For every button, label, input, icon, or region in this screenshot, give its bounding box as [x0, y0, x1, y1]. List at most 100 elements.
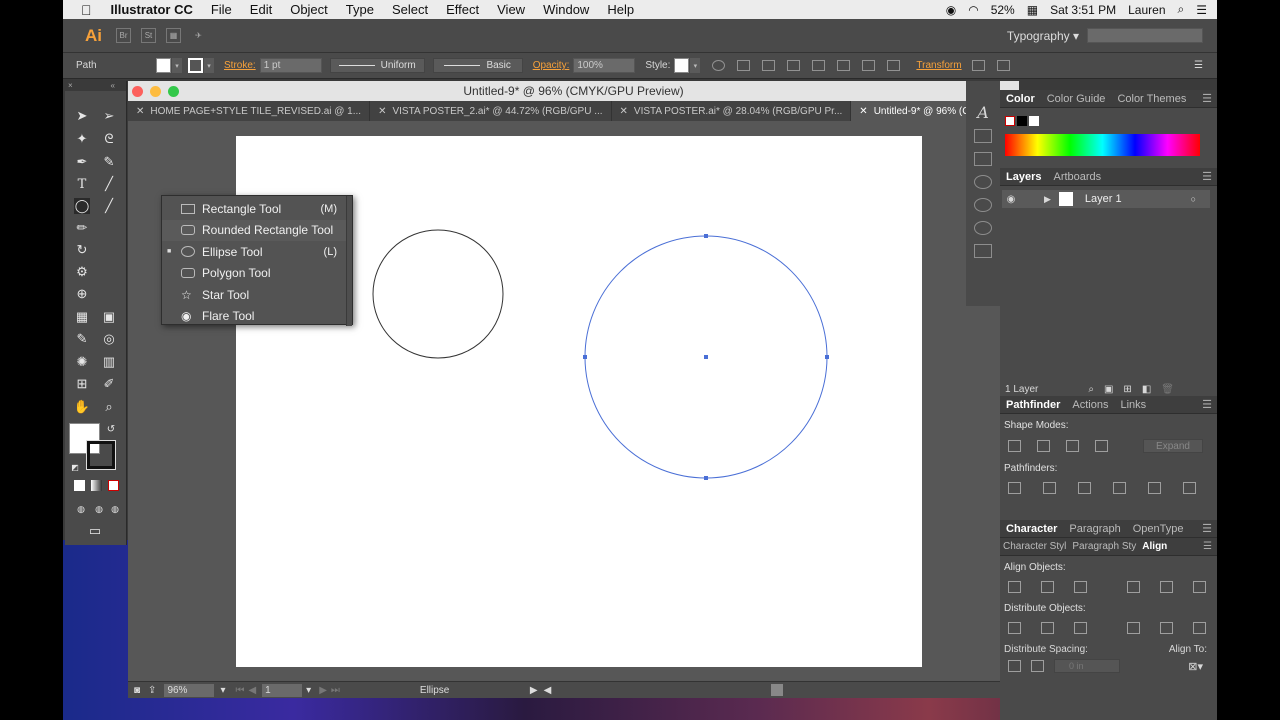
swap-fill-stroke-icon[interactable]: ↺: [103, 421, 119, 437]
tearoff-handle[interactable]: [346, 196, 352, 326]
black-swatch[interactable]: [1017, 116, 1027, 126]
vertical-distribute-top-icon[interactable]: [1008, 622, 1021, 634]
panel-menu-icon[interactable]: ☰: [1202, 522, 1212, 535]
tab-character[interactable]: Character: [1000, 523, 1063, 535]
tab-color[interactable]: Color: [1000, 93, 1041, 105]
align-to-selection-icon[interactable]: [737, 60, 751, 71]
horizontal-distribute-center-icon[interactable]: [1160, 622, 1173, 634]
notification-icon[interactable]: ☰: [1196, 3, 1207, 17]
share-icon[interactable]: ⇪: [148, 685, 156, 696]
vertical-distribute-center-icon[interactable]: [1041, 622, 1054, 634]
draw-normal-icon[interactable]: ◍: [73, 501, 89, 517]
style-dropdown-icon[interactable]: ▾: [690, 58, 701, 73]
glyphs-icon[interactable]: 𝐴: [966, 103, 1000, 122]
chevron-down-icon[interactable]: ▾: [306, 685, 311, 696]
selection-tool-icon[interactable]: ➤: [74, 108, 90, 124]
perspective-grid-tool-icon[interactable]: ▦: [74, 309, 90, 325]
close-window-button[interactable]: [132, 86, 143, 97]
small-circle-shape[interactable]: [372, 229, 504, 359]
menu-type[interactable]: Type: [337, 2, 383, 17]
anchor-point-left[interactable]: [583, 355, 587, 359]
horizontal-distribute-space-icon[interactable]: [1031, 660, 1044, 672]
tab-pathfinder[interactable]: Pathfinder: [1000, 399, 1066, 411]
opacity-link[interactable]: Opacity:: [533, 60, 570, 71]
close-icon[interactable]: ✕: [378, 106, 386, 117]
menu-effect[interactable]: Effect: [437, 2, 488, 17]
anchor-point-top[interactable]: [704, 234, 708, 238]
stroke-link[interactable]: Stroke:: [224, 60, 256, 71]
intersect-icon[interactable]: [1066, 440, 1079, 452]
zoom-window-button[interactable]: [168, 86, 179, 97]
vertical-align-top-icon[interactable]: [1127, 581, 1140, 593]
tab-color-guide[interactable]: Color Guide: [1041, 93, 1112, 105]
recolor-artwork-icon[interactable]: [712, 60, 726, 71]
artboard-number-field[interactable]: 1: [262, 683, 303, 697]
color-spectrum[interactable]: [1005, 134, 1200, 156]
blend-tool-icon[interactable]: ◎: [101, 331, 117, 347]
anchor-point-bottom[interactable]: [704, 476, 708, 480]
symbols-icon[interactable]: [974, 221, 992, 235]
chevron-down-icon[interactable]: ▾: [220, 685, 225, 696]
close-icon[interactable]: ✕: [136, 106, 144, 117]
brush-definition[interactable]: Basic: [432, 58, 523, 73]
eyedropper-tool-icon[interactable]: ✎: [74, 331, 90, 347]
close-icon[interactable]: ✕: [859, 106, 867, 117]
horizontal-scrollbar-thumb[interactable]: [771, 684, 784, 696]
draw-behind-icon[interactable]: ◍: [91, 501, 107, 517]
menu-object[interactable]: Object: [281, 2, 337, 17]
tab-opentype[interactable]: OpenType: [1127, 523, 1190, 535]
menu-help[interactable]: Help: [598, 2, 643, 17]
new-sublayer-icon[interactable]: ⊞: [1123, 384, 1131, 395]
layer-row[interactable]: ◉ ▶ Layer 1 ○: [1002, 190, 1210, 208]
align-bottom-icon[interactable]: [887, 60, 901, 71]
tab-character-styles[interactable]: Character Styl: [1000, 541, 1069, 552]
width-tool-icon[interactable]: ⚙: [74, 264, 90, 280]
opacity-field[interactable]: 100%: [573, 58, 636, 73]
ellipse-tool-item[interactable]: ■ Ellipse Tool (L): [162, 241, 352, 263]
tab-vista-poster[interactable]: ✕ VISTA POSTER.ai* @ 28.04% (RGB/GPU Pr..…: [612, 101, 852, 121]
align-left-icon[interactable]: [762, 60, 776, 71]
make-clipping-mask-icon[interactable]: ▣: [1104, 384, 1113, 395]
zoom-field[interactable]: 96%: [164, 683, 215, 697]
unite-icon[interactable]: [1008, 440, 1021, 452]
horizontal-distribute-left-icon[interactable]: [1127, 622, 1140, 634]
last-artboard-icon[interactable]: ⏭: [331, 685, 340, 696]
align-to-dropdown-icon[interactable]: ⊠▾: [1188, 660, 1203, 673]
tab-vista-poster-2[interactable]: ✕ VISTA POSTER_2.ai* @ 44.72% (RGB/GPU ..…: [370, 101, 612, 121]
horizontal-distribute-right-icon[interactable]: [1193, 622, 1206, 634]
horizontal-align-center-icon[interactable]: [1041, 581, 1054, 593]
default-fill-stroke-icon[interactable]: ◩: [67, 459, 83, 475]
tab-home-page[interactable]: ✕ HOME PAGE+STYLE TILE_REVISED.ai @ 1...: [128, 101, 371, 121]
stock-icon[interactable]: St: [141, 28, 156, 43]
vertical-align-bottom-icon[interactable]: [1193, 581, 1206, 593]
symbol-sprayer-tool-icon[interactable]: ✺: [74, 354, 90, 370]
type-tool-icon[interactable]: T: [74, 176, 90, 192]
zoom-tool-icon[interactable]: ⌕: [101, 399, 117, 415]
target-icon[interactable]: ○: [1191, 194, 1196, 204]
close-icon[interactable]: ✕: [620, 106, 628, 117]
paintbrush-tool-icon[interactable]: ╱: [101, 198, 117, 214]
tab-layers[interactable]: Layers: [1000, 171, 1047, 183]
variable-width-profile[interactable]: Uniform: [329, 58, 425, 73]
transform-link[interactable]: Transform: [916, 60, 961, 71]
trim-icon[interactable]: [1043, 482, 1056, 494]
vertical-align-center-icon[interactable]: [1160, 581, 1173, 593]
graphic-styles-icon[interactable]: [974, 175, 992, 189]
locate-object-icon[interactable]: ⌕: [1088, 384, 1094, 395]
tab-actions[interactable]: Actions: [1066, 399, 1114, 411]
mesh-tool-icon[interactable]: ▣: [101, 309, 117, 325]
align-top-icon[interactable]: [837, 60, 851, 71]
eye-icon[interactable]: ◉: [1002, 194, 1020, 205]
tab-artboards[interactable]: Artboards: [1047, 171, 1107, 183]
expand-button[interactable]: Expand: [1143, 439, 1203, 453]
new-layer-icon[interactable]: ◧: [1142, 384, 1151, 395]
tab-paragraph-styles[interactable]: Paragraph Sty: [1069, 541, 1139, 552]
workspace-switcher[interactable]: Typography ▾: [1007, 29, 1079, 43]
export-icon[interactable]: [974, 244, 992, 258]
align-center-icon[interactable]: [787, 60, 801, 71]
rounded-rectangle-tool-item[interactable]: Rounded Rectangle Tool: [162, 219, 352, 241]
curvature-tool-icon[interactable]: ✎: [101, 154, 117, 170]
vertical-distribute-bottom-icon[interactable]: [1074, 622, 1087, 634]
transparency-icon[interactable]: [974, 152, 992, 166]
magic-wand-tool-icon[interactable]: ✦: [74, 131, 90, 147]
